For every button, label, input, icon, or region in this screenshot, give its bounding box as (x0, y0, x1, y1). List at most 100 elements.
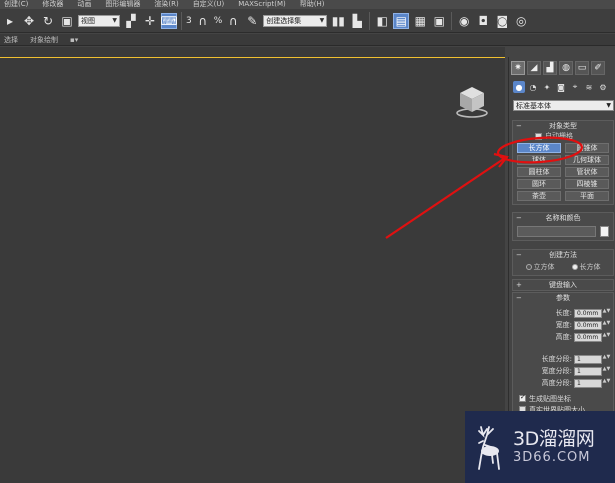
watermark-sub: 3D66.COM (513, 450, 591, 465)
shapes-icon[interactable]: ◔ (527, 81, 539, 93)
keyboard-entry-rollout: + 键盘输入 (512, 279, 614, 291)
height-segs-spinner-icon[interactable]: ▲▼ (603, 378, 611, 388)
display-tab-icon[interactable]: ▭ (575, 61, 589, 75)
chevron-down-icon: ▼ (606, 102, 611, 109)
length-label: 长度: (555, 309, 572, 317)
utilities-tab-icon[interactable]: ✐ (591, 61, 605, 75)
tube-button[interactable]: 管状体 (565, 167, 609, 177)
width-segs-row: 宽度分段: 1 ▲▼ (513, 365, 613, 377)
toolbar-separator (451, 11, 453, 30)
name-color-title: 名称和颜色 (545, 214, 581, 222)
reference-coordinate-select[interactable]: 视图 ▼ (78, 14, 120, 27)
height-segs-input[interactable]: 1 (574, 378, 602, 388)
cube-radio-label: 立方体 (533, 263, 555, 271)
width-segs-input[interactable]: 1 (574, 366, 602, 376)
box-button[interactable]: 长方体 (517, 143, 561, 153)
keyboard-entry-header[interactable]: + 键盘输入 (513, 280, 613, 290)
material-editor-icon[interactable]: ◉ (456, 13, 472, 29)
height-input[interactable]: 0.0mm (574, 332, 602, 342)
hierarchy-tab-icon[interactable]: ▟ (543, 61, 557, 75)
menu-create[interactable]: 创建(C) (4, 0, 28, 9)
perspective-viewport[interactable] (0, 57, 505, 483)
menu-graph-editors[interactable]: 图形编辑器 (105, 0, 140, 9)
object-color-swatch[interactable] (599, 226, 609, 237)
height-spinner-icon[interactable]: ▲▼ (603, 332, 611, 342)
modify-tab-icon[interactable]: ◢ (527, 61, 541, 75)
sphere-button[interactable]: 球体 (517, 155, 561, 165)
layer-manager-icon[interactable]: ◧ (374, 13, 390, 29)
menu-customize[interactable]: 自定义(U) (193, 0, 225, 9)
angle-snap-icon[interactable]: ∩ (195, 13, 211, 29)
name-color-row (513, 223, 613, 240)
render-setup-icon[interactable]: ◘ (475, 13, 491, 29)
length-segs-input[interactable]: 1 (574, 354, 602, 364)
ribbon-tab-selection[interactable]: 选择 (4, 35, 18, 45)
viewport-label-bar (0, 47, 505, 57)
plane-button[interactable]: 平面 (565, 191, 609, 201)
ribbon-toggle-icon[interactable]: ▤ (393, 12, 410, 29)
cylinder-button[interactable]: 圆柱体 (517, 167, 561, 177)
edit-named-selection-icon[interactable]: ✎ (244, 13, 260, 29)
pyramid-button[interactable]: 四棱锥 (565, 179, 609, 189)
teapot-button[interactable]: 茶壶 (517, 191, 561, 201)
parameters-header[interactable]: − 参数 (513, 293, 613, 303)
height-label: 高度: (555, 333, 572, 341)
cube-radio[interactable]: 立方体 (525, 262, 555, 272)
menu-help[interactable]: 帮助(H) (300, 0, 325, 9)
move-icon[interactable]: ✥ (21, 13, 37, 29)
menu-modifiers[interactable]: 修改器 (42, 0, 63, 9)
name-color-header[interactable]: − 名称和颜色 (513, 213, 613, 223)
menu-rendering[interactable]: 渲染(R) (154, 0, 178, 9)
torus-button[interactable]: 圆环 (517, 179, 561, 189)
cameras-icon[interactable]: ◙ (555, 81, 567, 93)
motion-tab-icon[interactable]: ◍ (559, 61, 573, 75)
autogrid-row[interactable]: 自动栅格 (513, 131, 613, 141)
render-production-icon[interactable]: ◎ (513, 13, 529, 29)
systems-icon[interactable]: ⚙ (597, 81, 609, 93)
curve-editor-icon[interactable]: ▦ (412, 13, 428, 29)
geometry-icon[interactable]: ● (513, 81, 525, 93)
object-name-input[interactable] (517, 226, 596, 237)
width-input[interactable]: 0.0mm (574, 320, 602, 330)
lights-icon[interactable]: ✦ (541, 81, 553, 93)
length-spinner-icon[interactable]: ▲▼ (603, 308, 611, 318)
box-radio[interactable]: 长方体 (571, 262, 601, 272)
select-object-icon[interactable]: ▸ (2, 13, 18, 29)
pivot-icon[interactable]: ▞ (123, 13, 139, 29)
gen-mapping-row[interactable]: 生成贴图坐标 (513, 393, 613, 404)
schematic-view-icon[interactable]: ▣ (431, 13, 447, 29)
primitive-category-select[interactable]: 标准基本体 ▼ (513, 100, 614, 111)
ribbon-tab-object-paint[interactable]: 对象绘制 (30, 35, 58, 45)
create-subtabs: ● ◔ ✦ ◙ ⌖ ≋ ⚙ (509, 81, 615, 95)
create-tab-icon[interactable]: ✷ (511, 61, 525, 75)
geosphere-button[interactable]: 几何球体 (565, 155, 609, 165)
helpers-icon[interactable]: ⌖ (569, 81, 581, 93)
deer-logo-icon (478, 426, 500, 470)
percent-snap-button[interactable]: % (214, 16, 223, 26)
rendered-frame-icon[interactable]: ◙ (494, 13, 510, 29)
object-type-header[interactable]: − 对象类型 (513, 121, 613, 131)
snap-toggle-button[interactable]: 3 (186, 16, 192, 26)
menu-animation[interactable]: 动画 (77, 0, 91, 9)
autogrid-checkbox[interactable] (535, 132, 542, 140)
scale-icon[interactable]: ▣ (59, 13, 75, 29)
keyboard-shortcut-icon[interactable]: ⌨ (160, 12, 178, 29)
space-warps-icon[interactable]: ≋ (583, 81, 595, 93)
spinner-snap-icon[interactable]: ∩ (225, 13, 241, 29)
select-manipulate-icon[interactable]: ✛ (142, 13, 158, 29)
length-input[interactable]: 0.0mm (574, 308, 602, 318)
radio-indicator (571, 264, 578, 270)
gen-mapping-checkbox[interactable] (519, 393, 526, 402)
width-segs-spinner-icon[interactable]: ▲▼ (603, 366, 611, 376)
menu-maxscript[interactable]: MAXScript(M) (238, 0, 285, 9)
rotate-icon[interactable]: ↻ (40, 13, 56, 29)
width-spinner-icon[interactable]: ▲▼ (603, 320, 611, 330)
length-segs-spinner-icon[interactable]: ▲▼ (603, 354, 611, 364)
cone-button[interactable]: 圆锥体 (565, 143, 609, 153)
ribbon-dropdown-icon[interactable]: ▪▾ (70, 36, 78, 44)
align-icon[interactable]: ▙ (349, 13, 365, 29)
creation-method-header[interactable]: − 创建方法 (513, 250, 613, 260)
viewcube-icon[interactable] (452, 81, 492, 121)
named-selection-set-select[interactable]: 创建选择集 ▼ (263, 14, 328, 27)
mirror-icon[interactable]: ▮▮ (330, 13, 346, 29)
